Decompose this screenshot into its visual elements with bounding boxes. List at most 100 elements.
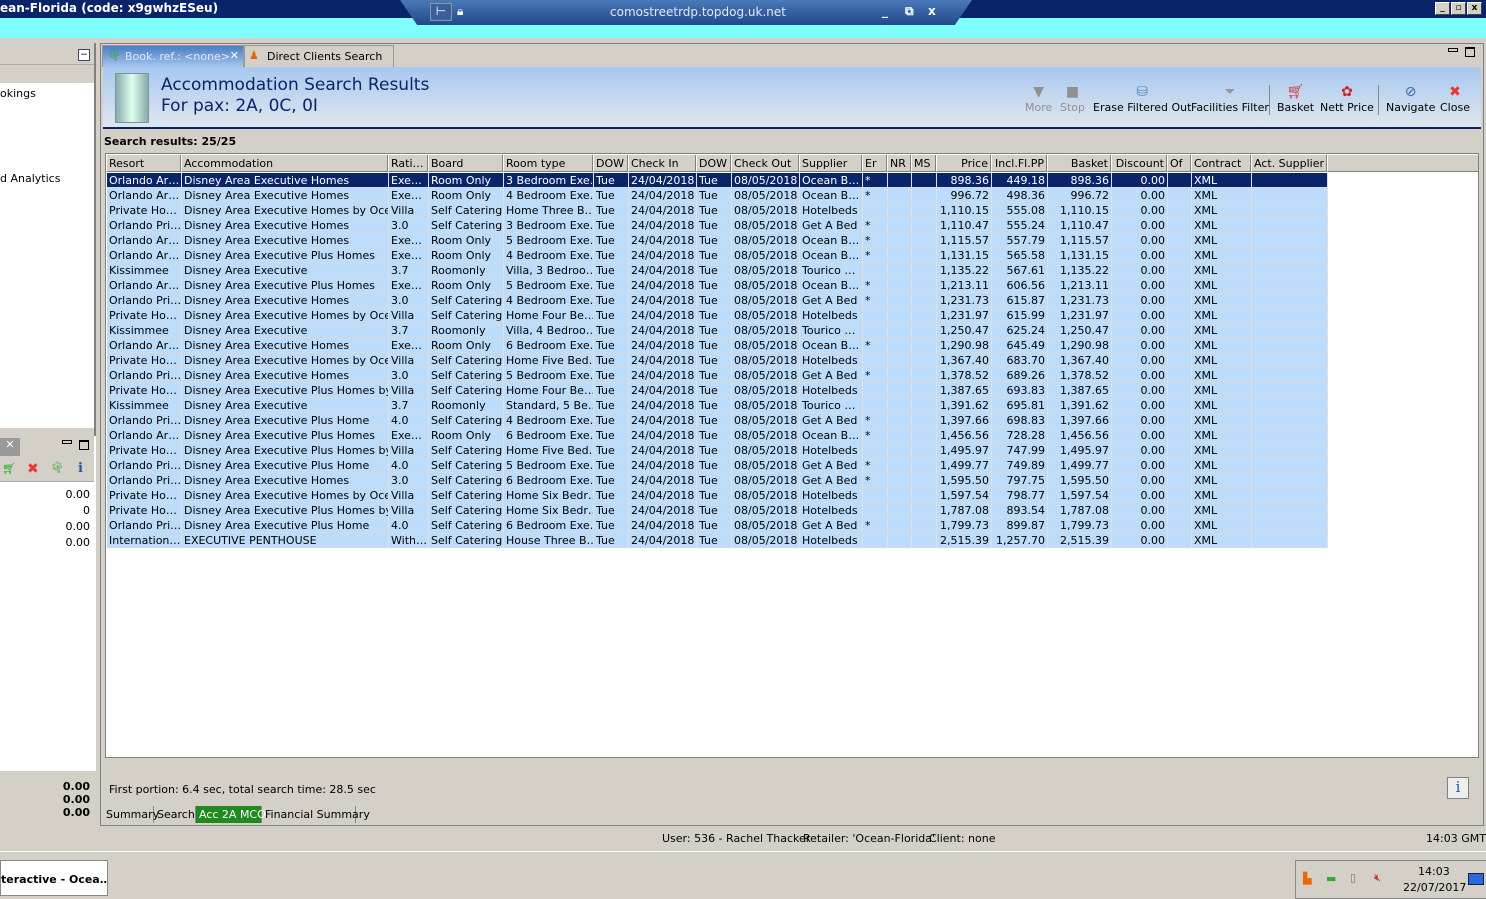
table-row[interactable]: Private Ho… Disney Area Executive Homes b… [107, 353, 1328, 368]
table-row[interactable]: Orlando Pri… Disney Area Executive Homes 3… [107, 473, 1328, 488]
stop-button[interactable]: ■ Stop [1060, 83, 1085, 114]
maximize-icon[interactable] [79, 440, 89, 450]
table-row[interactable]: Kissimmee Disney Area Executive 3.7 Roomonl… [107, 263, 1328, 278]
cell-basket: 1,131.15 [1048, 248, 1112, 263]
nav-item-bookings[interactable]: okings [0, 87, 36, 100]
table-row[interactable]: Orlando Pri… Disney Area Executive Homes 3… [107, 293, 1328, 308]
bottom-tab-acc-2a-mco[interactable]: Acc 2A MCO [196, 806, 266, 823]
cell-ms [912, 353, 937, 368]
collapse-icon[interactable]: − [78, 49, 90, 61]
column-header-check-out[interactable]: Check Out [731, 155, 799, 172]
table-row[interactable]: Orlando Ar… Disney Area Executive Homes Ex… [107, 188, 1328, 203]
pin-icon[interactable]: ⊢ [430, 3, 452, 21]
bottom-tab-summary[interactable]: Summary [103, 806, 159, 823]
cell-supplier: Get A Bed [800, 368, 863, 383]
taskbar-app-button[interactable]: teractive - Ocea… [0, 860, 108, 896]
palm-tree-icon[interactable]: 🌴︎ [50, 461, 64, 474]
table-row[interactable]: Private Ho… Disney Area Executive Plus Ho… [107, 383, 1328, 398]
column-header-supplier[interactable]: Supplier [799, 155, 862, 172]
minimize-icon[interactable] [62, 440, 72, 444]
minimize-button[interactable]: _ [1435, 2, 1450, 15]
close-window-button[interactable]: x [1467, 2, 1482, 15]
table-row[interactable]: Orlando Ar… Disney Area Executive Homes Ex… [107, 173, 1328, 188]
table-row[interactable]: Orlando Ar… Disney Area Executive Plus Ho… [107, 248, 1328, 263]
column-header-room-type[interactable]: Room type [503, 155, 593, 172]
table-row[interactable]: Private Ho… Disney Area Executive Homes b… [107, 308, 1328, 323]
table-row[interactable]: Private Ho… Disney Area Executive Homes b… [107, 488, 1328, 503]
erase-filtered-out-button[interactable]: ⛁ Erase Filtered Out [1093, 83, 1191, 114]
rdp-close-button[interactable]: x [928, 4, 936, 18]
tab-booking[interactable]: 🌴︎ Book. ref.: <none> ✕ [102, 45, 244, 67]
navigate-button[interactable]: ⊘ Navigate [1386, 83, 1435, 114]
cell-basket: 1,397.66 [1048, 413, 1112, 428]
table-row[interactable]: Orlando Ar… Disney Area Executive Plus Ho… [107, 428, 1328, 443]
bottom-tab-search[interactable]: Search [154, 806, 196, 823]
column-header-accommodation[interactable]: Accommodation [181, 155, 388, 172]
cell-check-out: 08/05/2018 [732, 503, 800, 518]
column-header-basket[interactable]: Basket [1047, 155, 1111, 172]
app-tray-icon[interactable]: ▙ [1303, 872, 1311, 885]
column-header-price[interactable]: Price [936, 155, 991, 172]
table-row[interactable]: Orlando Pri… Disney Area Executive Plus H… [107, 458, 1328, 473]
nav-item-analytics[interactable]: d Analytics [0, 172, 60, 185]
table-row[interactable]: Orlando Pri… Disney Area Executive Plus H… [107, 518, 1328, 533]
cell-er [863, 383, 888, 398]
cell-er: * [863, 173, 888, 188]
table-row[interactable]: Private Ho… Disney Area Executive Homes b… [107, 203, 1328, 218]
tab-direct-clients-search[interactable]: ♟ Direct Clients Search [244, 45, 394, 67]
show-desktop-icon[interactable] [1468, 873, 1484, 885]
network-card-icon[interactable]: ▬ [1326, 872, 1336, 885]
cell-incl-fl-pp: 449.18 [992, 173, 1048, 188]
column-header-discount[interactable]: Discount [1111, 155, 1167, 172]
info-icon[interactable]: i [78, 461, 83, 476]
cell-incl-fl-pp: 747.99 [992, 443, 1048, 458]
rdp-restore-button[interactable]: ⧉ [905, 4, 914, 19]
column-header-nr[interactable]: NR [887, 155, 911, 172]
table-row[interactable]: Orlando Pri… Disney Area Executive Plus H… [107, 413, 1328, 428]
column-header-resort[interactable]: Resort [106, 155, 181, 172]
cell-supplier: Get A Bed [800, 458, 863, 473]
rdp-minimize-button[interactable]: _ [882, 4, 888, 18]
restore-button[interactable]: ▫ [1451, 2, 1466, 15]
minimize-icon[interactable] [1448, 48, 1458, 52]
table-row[interactable]: Kissimmee Disney Area Executive 3.7 Roomonl… [107, 323, 1328, 338]
nett-price-button[interactable]: ✿ Nett Price [1320, 83, 1374, 114]
column-header-rating[interactable]: Rati… [388, 155, 428, 172]
basket-button[interactable]: 🛒︎ Basket [1277, 83, 1314, 114]
basket-add-icon[interactable]: 🛒︎ [2, 462, 16, 475]
table-row[interactable]: Private Ho… Disney Area Executive Plus Ho… [107, 503, 1328, 518]
cell-accommodation: Disney Area Executive Plus Homes [182, 278, 389, 293]
column-header-dow-out[interactable]: DOW [696, 155, 731, 172]
table-row[interactable]: Kissimmee Disney Area Executive 3.7 Roomonl… [107, 398, 1328, 413]
cell-nr [888, 203, 912, 218]
table-row[interactable]: Orlando Ar… Disney Area Executive Homes Ex… [107, 233, 1328, 248]
maximize-icon[interactable] [1465, 47, 1475, 57]
bottom-tab-financial-summary[interactable]: Financial Summary [262, 806, 370, 823]
more-button[interactable]: ▼ More [1025, 83, 1052, 114]
column-header-act-supplier[interactable]: Act. Supplier [1251, 155, 1327, 172]
close-tab-icon[interactable]: ✕ [230, 49, 239, 62]
column-header-dow-in[interactable]: DOW [593, 155, 628, 172]
close-icon[interactable]: ✕ [0, 438, 20, 456]
table-row[interactable]: Orlando Ar… Disney Area Executive Homes Ex… [107, 338, 1328, 353]
column-header-contract[interactable]: Contract [1191, 155, 1251, 172]
table-row[interactable]: Orlando Ar… Disney Area Executive Plus Ho… [107, 278, 1328, 293]
delete-icon[interactable]: ✖ [27, 461, 39, 477]
column-header-board[interactable]: Board [428, 155, 503, 172]
table-row[interactable]: Orlando Pri… Disney Area Executive Homes 3… [107, 218, 1328, 233]
table-row[interactable]: Internation… EXECUTIVE PENTHOUSE With… Self… [107, 533, 1328, 548]
column-header-ms[interactable]: MS [911, 155, 936, 172]
table-row[interactable]: Orlando Pri… Disney Area Executive Homes 3… [107, 368, 1328, 383]
lock-icon[interactable]: 🔒︎ [457, 4, 463, 19]
info-button[interactable]: i [1447, 777, 1469, 799]
column-header-incl-fl-pp[interactable]: Incl.Fl.PP [991, 155, 1047, 172]
cell-check-in: 24/04/2018 [629, 248, 697, 263]
close-button[interactable]: ✖ Close [1440, 83, 1470, 114]
column-header-check-in[interactable]: Check In [628, 155, 696, 172]
column-header-er[interactable]: Er [862, 155, 887, 172]
column-header-of[interactable]: Of [1167, 155, 1191, 172]
table-row[interactable]: Private Ho… Disney Area Executive Plus Ho… [107, 443, 1328, 458]
facilities-filter-button[interactable]: ⏷ Facilities Filter [1191, 83, 1269, 114]
volume-muted-icon[interactable]: 🔇︎ [1374, 871, 1381, 885]
network-icon[interactable]: ▯ [1350, 871, 1356, 884]
